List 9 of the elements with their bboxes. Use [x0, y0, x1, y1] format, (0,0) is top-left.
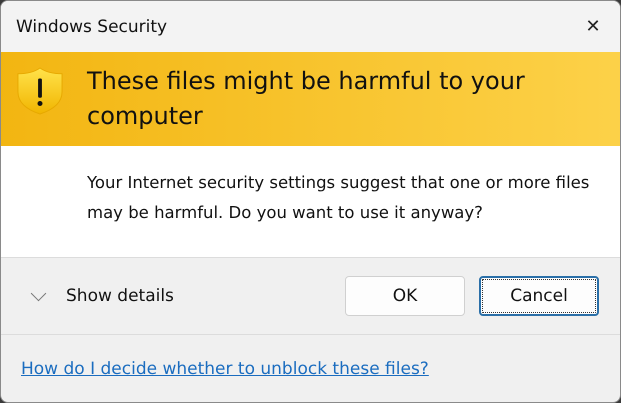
window-title: Windows Security — [16, 16, 168, 36]
help-link[interactable]: How do I decide whether to unblock these files? — [21, 358, 429, 378]
cancel-button[interactable]: Cancel — [479, 276, 599, 316]
message-text: Your Internet security settings suggest that one or more files may be harmful. Do you want to use it anyway? — [87, 172, 590, 224]
ok-button[interactable]: OK — [345, 276, 465, 316]
show-details-toggle[interactable]: Show details — [29, 286, 174, 306]
close-button[interactable]: ✕ — [568, 6, 618, 46]
warning-shield-icon — [17, 67, 63, 115]
banner-heading: These files might be harmful to your computer — [87, 66, 526, 132]
